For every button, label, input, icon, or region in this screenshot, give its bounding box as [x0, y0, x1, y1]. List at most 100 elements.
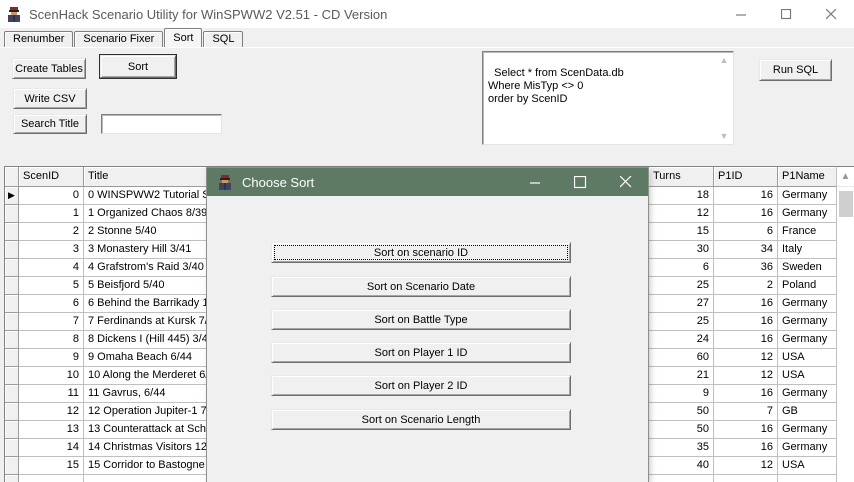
cell-p1name: USA [778, 457, 836, 475]
cell-p1name [778, 475, 836, 482]
scroll-down-icon[interactable]: ▼ [720, 131, 729, 141]
scroll-up-icon[interactable]: ▲ [720, 55, 729, 65]
cell-scenid: 6 [19, 295, 84, 313]
cell-p1id: 7 [714, 403, 778, 421]
main-titlebar: ScenHack Scenario Utility for WinSPWW2 V… [0, 0, 854, 28]
cell-p1name: Sweden [778, 259, 836, 277]
cell-scenid: 13 [19, 421, 84, 439]
sort-option-button-sort-on-scenario-date[interactable]: Sort on Scenario Date [271, 276, 571, 297]
cell-turns: 15 [649, 223, 714, 241]
sort-option-button-sort-on-player-1-id[interactable]: Sort on Player 1 ID [271, 342, 571, 363]
soldier-icon [217, 174, 233, 190]
dialog-titlebar[interactable]: Choose Sort [207, 168, 648, 196]
scroll-up-icon[interactable]: ▲ [837, 167, 854, 187]
row-selector[interactable] [5, 223, 19, 241]
row-selector[interactable] [5, 385, 19, 403]
row-selector[interactable] [5, 349, 19, 367]
search-title-button[interactable]: Search Title [13, 114, 87, 134]
cell-p1name: Germany [778, 313, 836, 331]
table-scrollbar[interactable]: ▲ [836, 166, 854, 482]
soldier-icon [6, 6, 22, 22]
tab-scenario-fixer[interactable]: Scenario Fixer [74, 31, 163, 47]
search-title-input[interactable] [101, 114, 222, 134]
row-selector[interactable]: ▶ [5, 187, 19, 205]
sort-option-button-sort-on-battle-type[interactable]: Sort on Battle Type [271, 309, 571, 330]
row-selector[interactable] [5, 295, 19, 313]
row-selector[interactable] [5, 331, 19, 349]
header-scenid[interactable]: ScenID [19, 167, 84, 187]
cell-p1id: 2 [714, 277, 778, 295]
cell-turns: 18 [649, 187, 714, 205]
write-csv-button[interactable]: Write CSV [13, 88, 87, 109]
maximize-icon [781, 9, 792, 20]
row-selector[interactable] [5, 367, 19, 385]
cell-scenid: 7 [19, 313, 84, 331]
cell-p1id: 12 [714, 367, 778, 385]
row-selector[interactable] [5, 403, 19, 421]
close-icon [620, 176, 632, 188]
cell-scenid: 14 [19, 439, 84, 457]
row-selector[interactable] [5, 205, 19, 223]
header-p1name[interactable]: P1Name [778, 167, 836, 187]
cell-scenid: 8 [19, 331, 84, 349]
cell-scenid: 10 [19, 367, 84, 385]
cell-p1id [714, 475, 778, 482]
cell-p1name: Poland [778, 277, 836, 295]
header-turns[interactable]: Turns [649, 167, 714, 187]
cell-p1name: Germany [778, 385, 836, 403]
run-sql-button[interactable]: Run SQL [759, 59, 832, 81]
sort-option-button-sort-on-scenario-id[interactable]: Sort on scenario ID [271, 242, 571, 263]
dialog-close-button[interactable] [603, 168, 648, 196]
row-selector[interactable] [5, 259, 19, 277]
sort-option-button-sort-on-scenario-length[interactable]: Sort on Scenario Length [271, 409, 571, 430]
cell-scenid: 11 [19, 385, 84, 403]
row-selector[interactable] [5, 277, 19, 295]
close-button[interactable] [809, 0, 854, 28]
dialog-minimize-button[interactable] [513, 168, 558, 196]
sql-query-textarea[interactable]: Select * from ScenData.db Where MisTyp <… [482, 51, 734, 145]
scrollbar-thumb[interactable] [839, 191, 853, 217]
window-title: ScenHack Scenario Utility for WinSPWW2 V… [29, 7, 387, 22]
cell-p1id: 16 [714, 331, 778, 349]
cell-scenid: 1 [19, 205, 84, 223]
maximize-button[interactable] [764, 0, 809, 28]
cell-scenid [19, 475, 84, 482]
cell-p1id: 16 [714, 295, 778, 313]
sort-button[interactable]: Sort [100, 55, 176, 78]
cell-scenid: 4 [19, 259, 84, 277]
tab-strip: RenumberScenario FixerSortSQL [0, 28, 854, 47]
minimize-button[interactable] [719, 0, 764, 28]
cell-turns: 12 [649, 205, 714, 223]
cell-scenid: 2 [19, 223, 84, 241]
cell-p1name: Germany [778, 187, 836, 205]
cell-scenid: 12 [19, 403, 84, 421]
cell-scenid: 3 [19, 241, 84, 259]
sql-scrollbar[interactable]: ▲ ▼ [716, 53, 732, 143]
sort-option-button-sort-on-player-2-id[interactable]: Sort on Player 2 ID [271, 375, 571, 396]
header-p1id[interactable]: P1ID [714, 167, 778, 187]
cell-turns: 30 [649, 241, 714, 259]
row-selector[interactable] [5, 439, 19, 457]
tab-renumber[interactable]: Renumber [4, 31, 73, 47]
cell-turns: 50 [649, 421, 714, 439]
row-selector[interactable] [5, 241, 19, 259]
tab-sort[interactable]: Sort [164, 28, 202, 47]
cell-p1name: France [778, 223, 836, 241]
cell-p1name: Germany [778, 295, 836, 313]
cell-p1name: Germany [778, 421, 836, 439]
choose-sort-dialog: Choose Sort Sort on scenario ID Sort on S… [207, 168, 648, 482]
current-row-arrow: ▶ [8, 190, 15, 200]
minimize-icon [736, 9, 747, 20]
cell-turns: 35 [649, 439, 714, 457]
cell-p1id: 12 [714, 457, 778, 475]
cell-turns: 25 [649, 313, 714, 331]
create-tables-button[interactable]: Create Tables [12, 58, 86, 79]
tab-sql[interactable]: SQL [203, 31, 243, 47]
row-selector[interactable] [5, 457, 19, 475]
cell-p1name: Italy [778, 241, 836, 259]
row-selector[interactable] [5, 313, 19, 331]
dialog-maximize-button[interactable] [558, 168, 603, 196]
row-selector[interactable] [5, 421, 19, 439]
close-icon [826, 9, 837, 20]
dialog-title: Choose Sort [242, 175, 314, 190]
